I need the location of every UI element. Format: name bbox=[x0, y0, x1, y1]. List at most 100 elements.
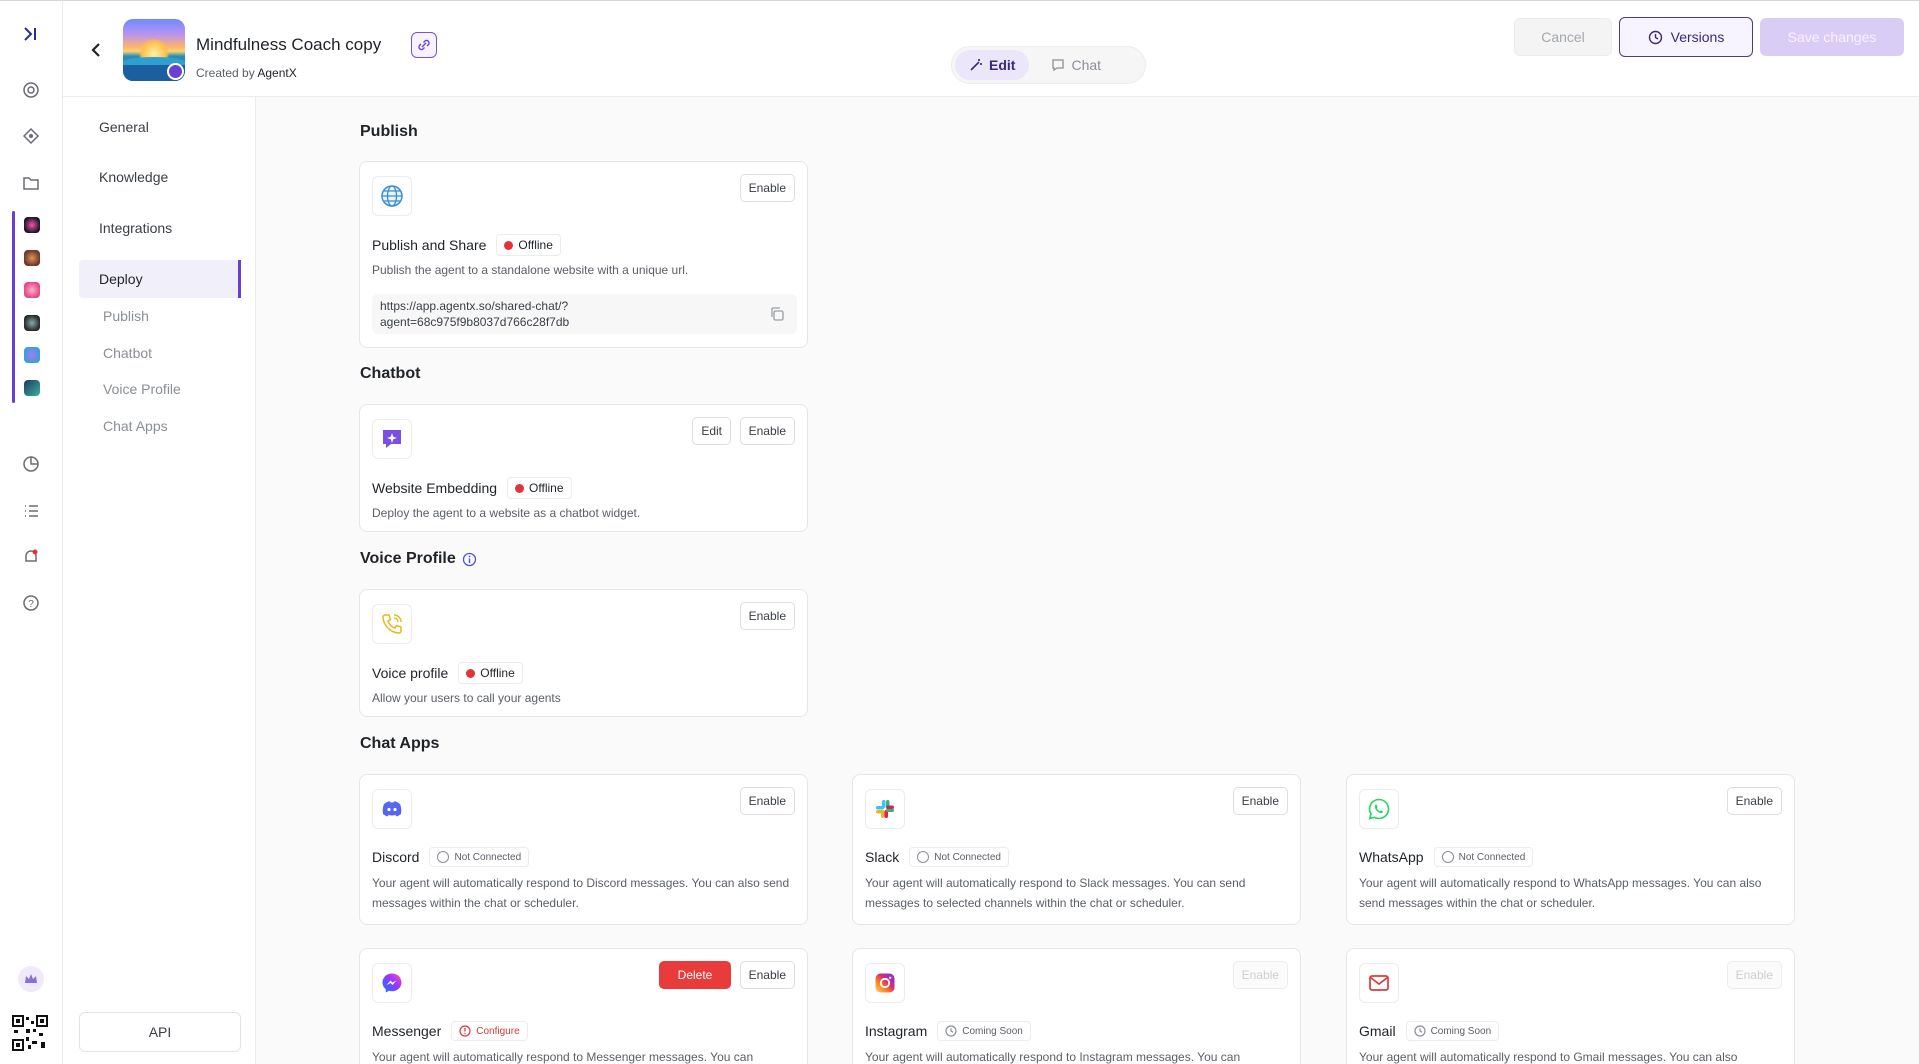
folder-icon[interactable] bbox=[18, 170, 44, 196]
crown-upgrade-icon[interactable] bbox=[18, 966, 44, 992]
subnav-sub-chat-apps[interactable]: Chat Apps bbox=[99, 412, 168, 440]
publish-share-card: Enable Publish and Share Offline Publish… bbox=[359, 161, 808, 348]
status-text: Not Connected bbox=[1458, 851, 1526, 863]
link-share-icon[interactable] bbox=[411, 32, 437, 58]
card-name-row: Gmail Coming Soon bbox=[1359, 1021, 1500, 1041]
voice-profile-card: Enable Voice profile Offline Allow your … bbox=[359, 589, 808, 717]
subnav-item-general[interactable]: General bbox=[79, 109, 241, 145]
card-title: Publish and Share bbox=[372, 237, 487, 253]
enable-button[interactable]: Enable bbox=[739, 602, 795, 630]
section-title-voice-profile: Voice Profile bbox=[360, 550, 477, 568]
collapse-sidebar-icon[interactable] bbox=[18, 21, 44, 47]
phone-call-icon bbox=[372, 604, 412, 644]
status-badge: Offline bbox=[507, 477, 572, 499]
status-text: Coming Soon bbox=[1430, 1025, 1492, 1037]
status-text: Offline bbox=[529, 481, 564, 495]
subnav-item-knowledge[interactable]: Knowledge bbox=[79, 159, 241, 195]
copy-icon[interactable] bbox=[769, 306, 785, 322]
cancel-button[interactable]: Cancel bbox=[1514, 18, 1612, 56]
offline-dot-icon bbox=[466, 668, 476, 678]
status-text: Not Connected bbox=[934, 851, 1001, 863]
agent-avatar-icon[interactable] bbox=[24, 347, 40, 363]
enable-button[interactable]: Enable bbox=[1232, 787, 1288, 815]
card-description: Your agent will automatically respond to… bbox=[865, 1050, 1241, 1064]
card-name-row: Discord Not Connected bbox=[372, 847, 530, 867]
subnav-sub-chatbot[interactable]: Chatbot bbox=[99, 339, 152, 367]
save-changes-button[interactable]: Save changes bbox=[1760, 18, 1904, 56]
status-text: Offline bbox=[480, 666, 515, 680]
qr-code-icon[interactable] bbox=[12, 1015, 48, 1051]
back-arrow-icon[interactable] bbox=[83, 37, 109, 63]
status-badge: Coming Soon bbox=[937, 1021, 1031, 1041]
section-title-chatbot: Chatbot bbox=[360, 365, 421, 382]
workflow-icon[interactable] bbox=[18, 123, 44, 149]
mail-icon bbox=[1359, 963, 1399, 1003]
discord-icon bbox=[372, 789, 412, 829]
agents-icon[interactable] bbox=[18, 77, 44, 103]
clock-icon bbox=[945, 1025, 957, 1037]
edit-button[interactable]: Edit bbox=[692, 417, 731, 445]
status-text: Not Connected bbox=[454, 851, 522, 863]
chat-mode-label: Chat bbox=[1071, 57, 1102, 73]
delete-button[interactable]: Delete bbox=[659, 961, 731, 989]
enable-button[interactable]: Enable bbox=[1726, 787, 1782, 815]
share-url-box: https://app.agentx.so/shared-chat/? agen… bbox=[372, 294, 797, 334]
card-description: Allow your users to call your agents bbox=[372, 691, 561, 705]
analytics-icon[interactable] bbox=[18, 451, 44, 477]
agent-avatar-icon[interactable] bbox=[24, 217, 40, 233]
agent-title: Mindfulness Coach copy bbox=[196, 35, 382, 54]
notifications-bell-icon[interactable] bbox=[18, 544, 44, 570]
enable-button[interactable]: Enable bbox=[1726, 961, 1782, 989]
versions-button[interactable]: Versions bbox=[1619, 17, 1753, 57]
settings-subnav: General Knowledge Integrations Deploy Pu… bbox=[63, 97, 256, 1064]
card-title: Gmail bbox=[1359, 1023, 1396, 1039]
card-name-row: Messenger Configure bbox=[372, 1021, 528, 1041]
subnav-sub-publish[interactable]: Publish bbox=[99, 302, 149, 330]
status-badge: Not Connected bbox=[909, 847, 1009, 867]
subnav-item-deploy[interactable]: Deploy bbox=[79, 260, 241, 298]
chat-bubble-icon bbox=[1052, 59, 1065, 72]
configure-badge[interactable]: Configure bbox=[451, 1021, 528, 1041]
section-title-publish: Publish bbox=[360, 123, 418, 140]
instagram-icon bbox=[865, 963, 905, 1003]
status-badge: Coming Soon bbox=[1405, 1021, 1500, 1041]
card-title: Instagram bbox=[865, 1023, 928, 1039]
enable-button[interactable]: Enable bbox=[739, 417, 795, 445]
chat-mode-button[interactable]: Chat bbox=[1037, 50, 1115, 80]
whatsapp-icon bbox=[1359, 789, 1399, 829]
card-description: Your agent will automatically respond to… bbox=[1359, 876, 1762, 910]
not-connected-circle-icon bbox=[1441, 851, 1454, 863]
created-by-label: Created by bbox=[196, 66, 255, 80]
agent-avatar-icon[interactable] bbox=[24, 380, 40, 396]
magic-wand-icon bbox=[970, 59, 982, 71]
card-title: Discord bbox=[372, 849, 420, 865]
not-connected-circle-icon bbox=[437, 851, 450, 863]
subnav-sub-voice-profile[interactable]: Voice Profile bbox=[99, 375, 181, 403]
api-button[interactable]: API bbox=[79, 1012, 241, 1052]
card-title: Voice profile bbox=[372, 665, 449, 681]
agent-avatar-icon[interactable] bbox=[24, 315, 40, 331]
card-title: Messenger bbox=[372, 1023, 442, 1039]
status-text: Configure bbox=[476, 1025, 520, 1037]
subnav-item-integrations[interactable]: Integrations bbox=[79, 210, 241, 246]
status-badge: Offline bbox=[496, 234, 561, 256]
website-embedding-card: Edit Enable Website Embedding Offline De… bbox=[359, 404, 808, 532]
clock-icon bbox=[1413, 1025, 1426, 1037]
top-bar: Mindfulness Coach copy Created by AgentX… bbox=[63, 0, 1919, 97]
enable-button[interactable]: Enable bbox=[1232, 961, 1288, 989]
card-name-row: Publish and Share Offline bbox=[372, 234, 561, 256]
info-icon[interactable] bbox=[462, 552, 477, 567]
help-icon[interactable]: ? bbox=[18, 590, 44, 616]
tasks-list-icon[interactable] bbox=[18, 498, 44, 524]
enable-button[interactable]: Enable bbox=[739, 961, 795, 989]
agent-avatar-icon[interactable] bbox=[24, 282, 40, 298]
edit-mode-label: Edit bbox=[989, 57, 1016, 73]
share-url-line: agent=68c975f9b8037d766c28f7db bbox=[380, 315, 570, 329]
enable-button[interactable]: Enable bbox=[739, 174, 795, 202]
discord-card: Enable Discord Not Connected Your agent … bbox=[359, 774, 808, 925]
edit-mode-button[interactable]: Edit bbox=[955, 50, 1030, 80]
agent-avatar-icon[interactable] bbox=[24, 250, 40, 266]
avatar-edit-badge-icon[interactable] bbox=[167, 63, 184, 80]
created-by-name: AgentX bbox=[257, 66, 297, 80]
enable-button[interactable]: Enable bbox=[739, 787, 795, 815]
